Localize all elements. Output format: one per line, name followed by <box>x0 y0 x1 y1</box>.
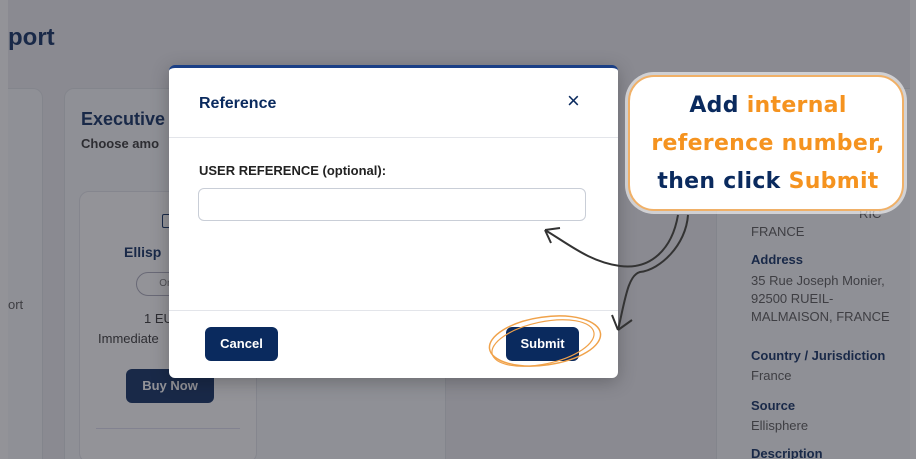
arrow-to-submit <box>617 214 689 331</box>
submit-highlight-circle-2 <box>491 319 595 367</box>
annotation-arrows <box>488 214 689 367</box>
arrow-to-input <box>544 214 679 268</box>
arrowhead-submit <box>611 314 633 331</box>
